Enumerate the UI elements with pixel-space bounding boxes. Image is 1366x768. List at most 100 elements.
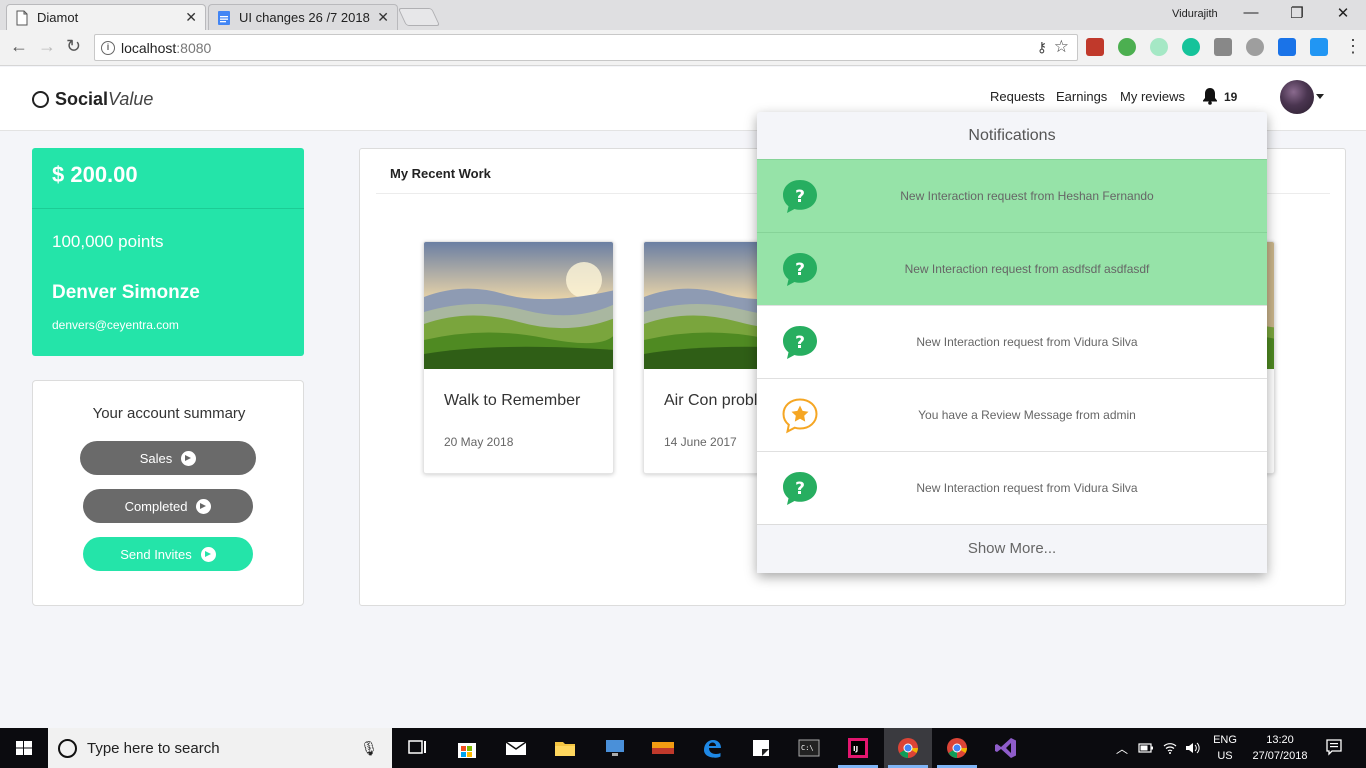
visual-studio-icon[interactable] bbox=[994, 736, 1018, 760]
bookmark-star-icon[interactable]: ☆ bbox=[1054, 37, 1069, 57]
forward-arrow-icon[interactable]: → bbox=[38, 36, 56, 57]
clock-time: 13:20 bbox=[1266, 734, 1294, 746]
nav-my-reviews[interactable]: My reviews bbox=[1120, 89, 1185, 104]
new-tab-button[interactable] bbox=[397, 8, 441, 26]
taskbar-search-input[interactable]: Type here to search 🎙 bbox=[48, 728, 392, 768]
balance-card: $ 200.00 100,000 points Denver Simonze d… bbox=[32, 148, 304, 356]
browser-menu-icon[interactable]: ⋮ bbox=[1344, 36, 1362, 57]
notification-item[interactable]: You have a Review Message from admin bbox=[757, 378, 1267, 451]
maximize-button[interactable]: ❐ bbox=[1282, 4, 1312, 22]
work-card[interactable]: Walk to Remember 20 May 2018 bbox=[423, 241, 614, 474]
avatar[interactable] bbox=[1280, 80, 1314, 114]
address-bar[interactable]: i localhost :8080 ⚷ ☆ bbox=[94, 34, 1078, 61]
command-prompt-icon[interactable]: C:\ bbox=[797, 736, 821, 760]
wifi-icon[interactable] bbox=[1162, 740, 1178, 756]
summary-title: Your account summary bbox=[92, 405, 246, 422]
send-invites-button[interactable]: Send Invites bbox=[83, 537, 253, 571]
shield-icon[interactable] bbox=[1278, 38, 1296, 56]
intellij-idea-icon[interactable]: IJ bbox=[846, 736, 870, 760]
nav-requests[interactable]: Requests bbox=[990, 89, 1045, 104]
keyboard-layout: US bbox=[1217, 750, 1233, 762]
user-email: denvers@ceyentra.com bbox=[52, 318, 179, 332]
key-icon[interactable]: ⚷ bbox=[1037, 39, 1047, 56]
chevron-down-icon[interactable] bbox=[1316, 94, 1324, 99]
notification-item[interactable]: ? New Interaction request from Vidura Si… bbox=[757, 451, 1267, 524]
landscape-thumbnail bbox=[424, 242, 613, 369]
browser-profile-name[interactable]: Vidurajith bbox=[1172, 8, 1218, 20]
recent-work-title: My Recent Work bbox=[390, 166, 491, 181]
nav-earnings[interactable]: Earnings bbox=[1056, 89, 1107, 104]
notification-item[interactable]: ? New Interaction request from Heshan Fe… bbox=[757, 159, 1267, 232]
mail-icon[interactable] bbox=[504, 736, 528, 760]
remote-desktop-icon[interactable] bbox=[603, 736, 627, 760]
volume-icon[interactable] bbox=[1184, 740, 1200, 756]
arrow-right-circle-icon bbox=[196, 498, 212, 514]
close-window-button[interactable]: ✕ bbox=[1328, 4, 1358, 22]
svg-text:IJ: IJ bbox=[853, 745, 858, 753]
arrow-right-circle-icon bbox=[200, 546, 216, 562]
tab-close-icon[interactable]: ✕ bbox=[185, 9, 197, 26]
task-view-icon[interactable] bbox=[406, 736, 430, 760]
work-title: Air Con probl bbox=[664, 392, 758, 409]
chevron-up-icon[interactable]: ︿ bbox=[1116, 740, 1128, 757]
completed-button[interactable]: Completed bbox=[83, 489, 253, 523]
notification-count[interactable]: 19 bbox=[1224, 90, 1237, 104]
chrome-icon[interactable] bbox=[945, 736, 969, 760]
notification-item[interactable]: ? New Interaction request from Vidura Si… bbox=[757, 305, 1267, 378]
question-bubble-icon: ? bbox=[783, 253, 817, 286]
battery-icon[interactable] bbox=[1138, 740, 1154, 756]
back-arrow-icon[interactable]: ← bbox=[10, 36, 28, 57]
sinhala-keyboard-icon[interactable] bbox=[651, 736, 675, 760]
reload-icon[interactable]: ↻ bbox=[66, 36, 81, 57]
sticky-notes-icon[interactable] bbox=[749, 736, 773, 760]
tab-title: Diamot bbox=[37, 10, 79, 25]
svg-text:?: ? bbox=[795, 187, 805, 207]
edge-browser-icon[interactable] bbox=[700, 736, 724, 760]
star-bubble-icon bbox=[782, 398, 818, 434]
send-invites-button-label: Send Invites bbox=[120, 546, 192, 562]
extension-blue-icon[interactable] bbox=[1310, 38, 1328, 56]
work-date: 14 June 2017 bbox=[664, 435, 737, 449]
microphone-icon[interactable]: 🎙 bbox=[360, 740, 378, 757]
svg-text:?: ? bbox=[795, 333, 805, 353]
completed-button-label: Completed bbox=[124, 498, 188, 514]
notification-text: New Interaction request from Heshan Fern… bbox=[900, 189, 1154, 203]
input-language[interactable]: ENG US bbox=[1210, 732, 1240, 764]
logo-text-bold: Social bbox=[55, 89, 109, 109]
windows-start-icon[interactable] bbox=[0, 728, 48, 768]
clock-date: 27/07/2018 bbox=[1252, 750, 1308, 762]
chrome-icon[interactable] bbox=[896, 736, 920, 760]
grammarly-icon[interactable] bbox=[1182, 38, 1200, 56]
extension-red-icon[interactable] bbox=[1086, 38, 1104, 56]
extension-mint-icon[interactable] bbox=[1150, 38, 1168, 56]
action-center-icon[interactable] bbox=[1325, 738, 1343, 756]
store-icon[interactable] bbox=[455, 736, 479, 760]
notification-text: You have a Review Message from admin bbox=[918, 408, 1136, 422]
divider bbox=[32, 208, 304, 209]
extension-gray-icon[interactable] bbox=[1246, 38, 1264, 56]
bell-icon[interactable] bbox=[1202, 87, 1218, 105]
tab-close-icon[interactable]: ✕ bbox=[377, 9, 389, 26]
account-summary-card: Your account summary Sales Completed Sen… bbox=[32, 380, 304, 606]
language-code: ENG bbox=[1213, 734, 1237, 746]
tab-diamot[interactable]: Diamot ✕ bbox=[6, 4, 206, 30]
tab-ui-changes[interactable]: UI changes 26 /7 2018 - G ✕ bbox=[208, 4, 398, 30]
site-info-icon[interactable]: i bbox=[101, 40, 115, 55]
user-name: Denver Simonze bbox=[52, 282, 200, 303]
minimize-button[interactable]: — bbox=[1236, 4, 1266, 21]
sales-button[interactable]: Sales bbox=[80, 441, 256, 475]
browser-toolbar: ← → ↻ i localhost :8080 ⚷ ☆ ⋮ bbox=[0, 30, 1366, 66]
windows-taskbar: Type here to search 🎙 C:\ IJ ︿ ENG US 13… bbox=[0, 728, 1366, 768]
extension-green-icon[interactable] bbox=[1118, 38, 1136, 56]
notifications-dropdown: Notifications ? New Interaction request … bbox=[757, 112, 1267, 573]
social-value-logo[interactable]: Social Value bbox=[32, 89, 153, 110]
file-explorer-icon[interactable] bbox=[553, 736, 577, 760]
work-date: 20 May 2018 bbox=[444, 435, 514, 449]
eyedropper-icon[interactable] bbox=[1214, 38, 1232, 56]
points-value: 100,000 points bbox=[52, 232, 164, 251]
logo-ring-icon bbox=[32, 91, 49, 108]
taskbar-clock[interactable]: 13:20 27/07/2018 bbox=[1246, 732, 1314, 764]
notification-item[interactable]: ? New Interaction request from asdfsdf a… bbox=[757, 232, 1267, 305]
show-more-link[interactable]: Show More... bbox=[757, 524, 1267, 573]
browser-tab-strip: Diamot ✕ UI changes 26 /7 2018 - G ✕ Vid… bbox=[0, 0, 1366, 30]
